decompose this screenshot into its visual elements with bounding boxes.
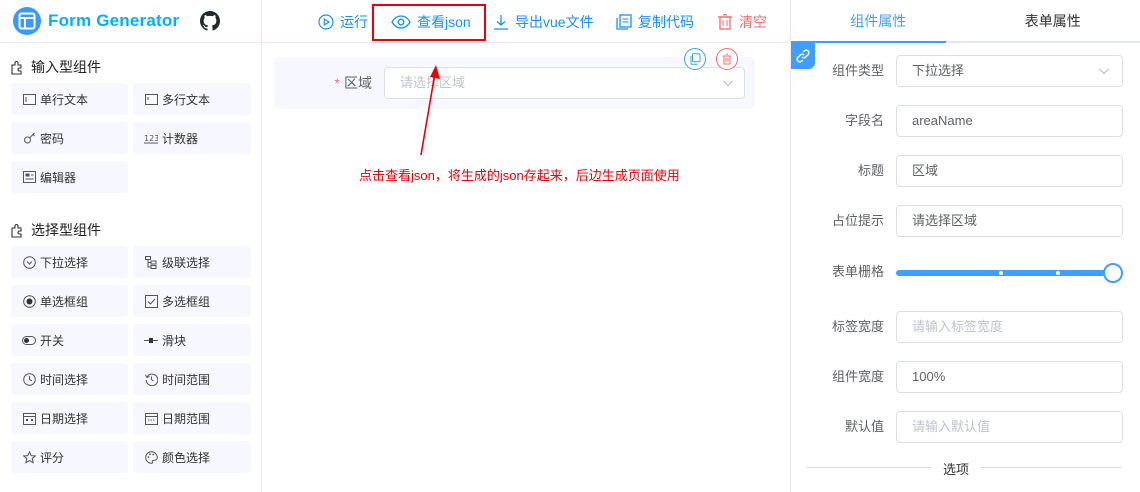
- github-icon[interactable]: [200, 11, 221, 31]
- component-radio[interactable]: 单选框组: [11, 285, 128, 317]
- copy-item-button[interactable]: [684, 48, 706, 70]
- field-name-input[interactable]: areaName: [896, 105, 1123, 137]
- property-tabs: 组件属性 表单属性: [791, 0, 1140, 43]
- radio-icon: [22, 294, 36, 308]
- select-component-grid: 下拉选择 级联选择 单选框组 多选框组 开关 滑块 时间选择 时间范围 日期选择…: [0, 246, 261, 473]
- component-time-range[interactable]: 时间范围: [133, 363, 251, 395]
- form-canvas: * 区域 请选择区域 点击查看json，将生成的json存起来，后边生成页面使用: [263, 43, 789, 492]
- delete-item-button[interactable]: [716, 48, 738, 70]
- chevron-down-icon: [1099, 68, 1109, 75]
- slider-stop: [999, 271, 1003, 275]
- time-range-icon: [144, 372, 158, 386]
- slider-handle[interactable]: [1103, 263, 1123, 283]
- annotation-arrow: [420, 65, 440, 156]
- component-slider[interactable]: 滑块: [133, 324, 251, 356]
- select-icon: [22, 255, 36, 269]
- prop-span: 表单栅格: [791, 256, 1140, 288]
- prop-placeholder: 占位提示 请选择区域: [791, 205, 1140, 237]
- right-panel: 组件属性 表单属性 组件类型 下拉选择 字段名 areaName 标题 区域 占…: [790, 0, 1140, 492]
- slider-stop: [1056, 271, 1060, 275]
- select-group-title: 选择型组件: [10, 219, 261, 241]
- input-group-title: 输入型组件: [10, 56, 261, 78]
- number-icon: 123: [144, 131, 158, 145]
- trash-icon: [718, 13, 732, 30]
- trash-icon: [722, 53, 732, 65]
- chevron-down-icon: [723, 80, 733, 87]
- tab-form-props[interactable]: 表单属性: [966, 0, 1140, 41]
- component-checkbox[interactable]: 多选框组: [133, 285, 251, 317]
- component-number[interactable]: 123 计数器: [133, 122, 251, 154]
- checkbox-icon: [144, 294, 158, 308]
- slider-icon: [144, 333, 158, 347]
- logo-icon: [13, 7, 41, 35]
- copy-code-button[interactable]: 复制代码: [616, 0, 694, 43]
- logo-bar: Form Generator: [0, 0, 261, 43]
- prop-field-name: 字段名 areaName: [791, 105, 1140, 137]
- prop-width: 组件宽度 100%: [791, 361, 1140, 393]
- puzzle-icon: [11, 224, 22, 238]
- editor-icon: [22, 170, 36, 184]
- prop-component-type: 组件类型 下拉选择: [791, 55, 1140, 87]
- calendar-icon: [22, 411, 36, 425]
- label-width-input[interactable]: 请输入标签宽度: [896, 311, 1123, 343]
- input-component-grid: 单行文本 多行文本 密码 123 计数器 编辑器: [0, 83, 261, 193]
- svg-text:123: 123: [144, 134, 158, 143]
- puzzle-icon: [11, 61, 22, 75]
- palette-icon: [144, 450, 158, 464]
- form-item-label: * 区域: [334, 75, 372, 91]
- width-input[interactable]: 100%: [896, 361, 1123, 393]
- span-slider[interactable]: [896, 263, 1123, 283]
- password-icon: [22, 131, 36, 145]
- copy-icon: [690, 53, 701, 65]
- tab-component-props[interactable]: 组件属性: [791, 0, 966, 41]
- left-panel: Form Generator 输入型组件 单行文本 多行文本 密码 123 计数…: [0, 0, 262, 492]
- component-editor[interactable]: 编辑器: [11, 161, 128, 193]
- star-icon: [22, 450, 36, 464]
- component-type-select[interactable]: 下拉选择: [896, 55, 1123, 87]
- play-icon: [318, 13, 334, 30]
- component-rate[interactable]: 评分: [11, 441, 128, 473]
- component-time[interactable]: 时间选择: [11, 363, 128, 395]
- component-input[interactable]: 单行文本: [11, 83, 128, 115]
- prop-default-value: 默认值 请输入默认值: [791, 411, 1140, 443]
- component-cascader[interactable]: 级联选择: [133, 246, 251, 278]
- date-range-icon: [144, 411, 158, 425]
- view-json-highlight: [372, 4, 486, 41]
- default-value-input[interactable]: 请输入默认值: [896, 411, 1123, 443]
- component-date[interactable]: 日期选择: [11, 402, 128, 434]
- textarea-icon: [144, 92, 158, 106]
- component-switch[interactable]: 开关: [11, 324, 128, 356]
- placeholder-input[interactable]: 请选择区域: [896, 205, 1123, 237]
- cascader-icon: [144, 255, 158, 269]
- component-date-range[interactable]: 日期范围: [133, 402, 251, 434]
- prop-title: 标题 区域: [791, 155, 1140, 187]
- component-select[interactable]: 下拉选择: [11, 246, 128, 278]
- app-title: Form Generator: [48, 11, 180, 30]
- run-button[interactable]: 运行: [318, 0, 368, 43]
- input-icon: [22, 92, 36, 106]
- form-item-area[interactable]: * 区域 请选择区域: [274, 57, 755, 109]
- download-icon: [494, 14, 508, 30]
- component-textarea[interactable]: 多行文本: [133, 83, 251, 115]
- component-password[interactable]: 密码: [11, 122, 128, 154]
- copy-document-icon: [616, 13, 632, 30]
- clear-button[interactable]: 清空: [717, 0, 767, 43]
- options-divider-label: 选项: [931, 459, 982, 478]
- export-vue-button[interactable]: 导出vue文件: [493, 0, 594, 43]
- title-input[interactable]: 区域: [896, 155, 1123, 187]
- prop-label-width: 标签宽度 请输入标签宽度: [791, 311, 1140, 343]
- center-panel: 运行 查看json 导出vue文件 复制代码 清空 * 区域 请选择区域 点击查…: [263, 0, 789, 492]
- annotation-text: 点击查看json，将生成的json存起来，后边生成页面使用: [359, 168, 680, 183]
- switch-icon: [22, 333, 36, 347]
- toolbar: 运行 查看json 导出vue文件 复制代码 清空: [263, 0, 789, 43]
- clock-icon: [22, 372, 36, 386]
- component-color[interactable]: 颜色选择: [133, 441, 251, 473]
